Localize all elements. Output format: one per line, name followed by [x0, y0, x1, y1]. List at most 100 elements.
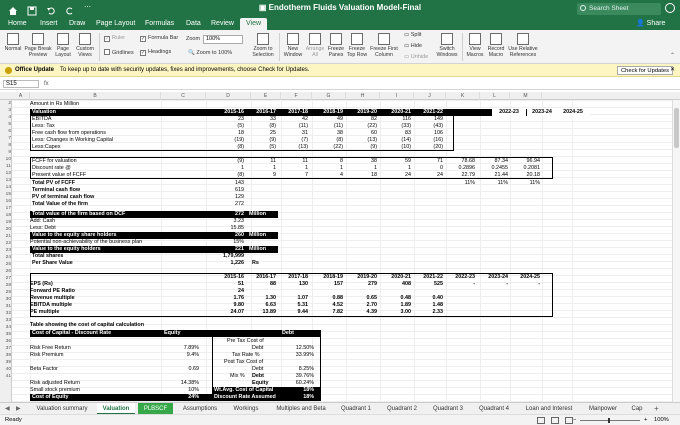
new-window-button[interactable]: New Window [282, 33, 304, 58]
column-header[interactable]: E [251, 92, 281, 100]
row-header[interactable]: 5 [0, 122, 11, 127]
add-sheet-icon[interactable]: + [654, 404, 659, 413]
view-macros-button[interactable]: View Macros [464, 33, 486, 58]
custom-views-button[interactable]: Custom Views [74, 33, 96, 58]
row-header[interactable]: 27 [0, 276, 11, 281]
column-header[interactable]: A [12, 92, 30, 100]
tab-formulas[interactable]: Formulas [145, 18, 174, 30]
column-header[interactable]: F [281, 92, 312, 100]
row-header[interactable]: 24 [0, 255, 11, 260]
hide-button[interactable]: ▭ Hide [404, 43, 422, 50]
row-header[interactable]: 3 [0, 108, 11, 113]
close-icon[interactable]: ✕ [670, 64, 675, 77]
search-sheet-box[interactable]: Search Sheet [577, 3, 661, 15]
name-box[interactable]: S15 [3, 80, 39, 88]
collapse-ribbon-icon[interactable]: ⌃ [670, 52, 675, 59]
formula-bar-checkbox[interactable]: ✓ Formula Bar [140, 35, 178, 42]
row-header[interactable]: 18 [0, 213, 11, 218]
row-header[interactable]: 15 [0, 192, 11, 197]
share-button[interactable]: 👤 Share [636, 18, 665, 30]
arrange-all-button[interactable]: Arrange All [304, 33, 326, 58]
row-header[interactable]: 16 [0, 199, 11, 204]
row-header[interactable]: 25 [0, 262, 11, 267]
prev-sheet-icon[interactable]: ◀ [5, 405, 10, 412]
row-header[interactable]: 10 [0, 157, 11, 162]
gridlines-checkbox[interactable]: Gridlines [104, 49, 134, 57]
tab-draw[interactable]: Draw [69, 18, 85, 30]
row-header[interactable]: 34 [0, 325, 11, 330]
row-header[interactable]: 23 [0, 248, 11, 253]
row-header[interactable]: 39 [0, 360, 11, 365]
column-header[interactable]: H [346, 92, 380, 100]
column-header[interactable]: C [161, 92, 206, 100]
switch-windows-button[interactable]: Switch Windows [434, 33, 460, 58]
fx-icon[interactable]: fx [44, 78, 49, 90]
zoom-slider[interactable] [580, 420, 640, 421]
zoom-100-button[interactable]: 🔍 Zoom to 100% [188, 50, 232, 57]
column-header[interactable]: G [312, 92, 346, 100]
freeze-top-row-button[interactable]: Freeze Top Row [346, 33, 368, 58]
row-header[interactable]: 35 [0, 332, 11, 337]
page-break-preview-button[interactable]: Page Break Preview [24, 33, 52, 58]
row-header[interactable]: 37 [0, 346, 11, 351]
row-header[interactable]: 40 [0, 367, 11, 372]
row-header[interactable]: 13 [0, 178, 11, 183]
row-header[interactable]: 4 [0, 115, 11, 120]
tab-page-layout[interactable]: Page Layout [96, 18, 135, 30]
use-relative-references-button[interactable]: Use Relative References [507, 33, 539, 58]
freeze-panes-button[interactable]: Freeze Panes [326, 33, 346, 58]
row-header[interactable]: 41 [0, 374, 11, 379]
row-header[interactable]: 20 [0, 227, 11, 232]
page-break-view-icon[interactable] [565, 417, 573, 424]
zoom-out-icon[interactable]: − [573, 415, 576, 425]
column-header[interactable]: M [510, 92, 542, 100]
row-header[interactable]: 29 [0, 290, 11, 295]
column-header[interactable]: I [380, 92, 414, 100]
zoom-dropdown[interactable]: 100% [203, 35, 243, 44]
worksheet-grid[interactable]: Amount in Rs Million Valuation 2022-23 2… [12, 100, 680, 402]
row-header[interactable]: 19 [0, 220, 11, 225]
formula-input[interactable] [56, 80, 676, 88]
account-icon[interactable] [665, 3, 675, 13]
row-header[interactable]: 7 [0, 136, 11, 141]
row-header[interactable]: 22 [0, 241, 11, 246]
row-header[interactable]: 32 [0, 311, 11, 316]
scrollbar-thumb[interactable] [674, 108, 679, 148]
ruler-checkbox[interactable]: ✓ Ruler [104, 35, 125, 42]
column-header[interactable]: K [446, 92, 480, 100]
column-header[interactable]: L [480, 92, 510, 100]
row-header[interactable]: 17 [0, 206, 11, 211]
zoom-to-selection-button[interactable]: Zoom to Selection [250, 33, 276, 58]
freeze-first-column-button[interactable]: Freeze First Column [369, 33, 399, 58]
zoom-in-icon[interactable]: + [644, 415, 647, 425]
tab-insert[interactable]: Insert [40, 18, 58, 30]
row-header[interactable]: 11 [0, 164, 11, 169]
zoom-slider-knob[interactable] [608, 418, 610, 423]
check-for-updates-button[interactable]: Check for Updates [617, 66, 674, 75]
normal-view-icon[interactable] [537, 417, 545, 424]
row-header[interactable]: 26 [0, 269, 11, 274]
record-macro-button[interactable]: Record Macro [486, 33, 506, 58]
row-header[interactable]: 28 [0, 283, 11, 288]
page-layout-button[interactable]: Page Layout [53, 33, 73, 58]
row-header[interactable]: 36 [0, 339, 11, 344]
headings-checkbox[interactable]: ✓ Headings [140, 49, 171, 56]
split-button[interactable]: ▭ Split [404, 32, 421, 39]
vertical-scrollbar[interactable] [672, 100, 680, 402]
row-header[interactable]: 8 [0, 143, 11, 148]
next-sheet-icon[interactable]: ▶ [16, 405, 21, 412]
column-header[interactable]: D [206, 92, 251, 100]
row-header[interactable]: 31 [0, 304, 11, 309]
column-header[interactable]: B [30, 92, 161, 100]
column-header[interactable]: J [414, 92, 446, 100]
row-header[interactable]: 21 [0, 234, 11, 239]
tab-review[interactable]: Review [211, 18, 234, 30]
row-header[interactable]: 2 [0, 101, 11, 106]
row-header[interactable]: 14 [0, 185, 11, 190]
row-header[interactable]: 38 [0, 353, 11, 358]
row-header[interactable]: 9 [0, 150, 11, 155]
row-header[interactable]: 12 [0, 171, 11, 176]
unhide-button[interactable]: ▭ Unhide [404, 54, 428, 61]
tab-home[interactable]: Home [8, 18, 27, 30]
tab-view[interactable]: View [240, 18, 268, 30]
